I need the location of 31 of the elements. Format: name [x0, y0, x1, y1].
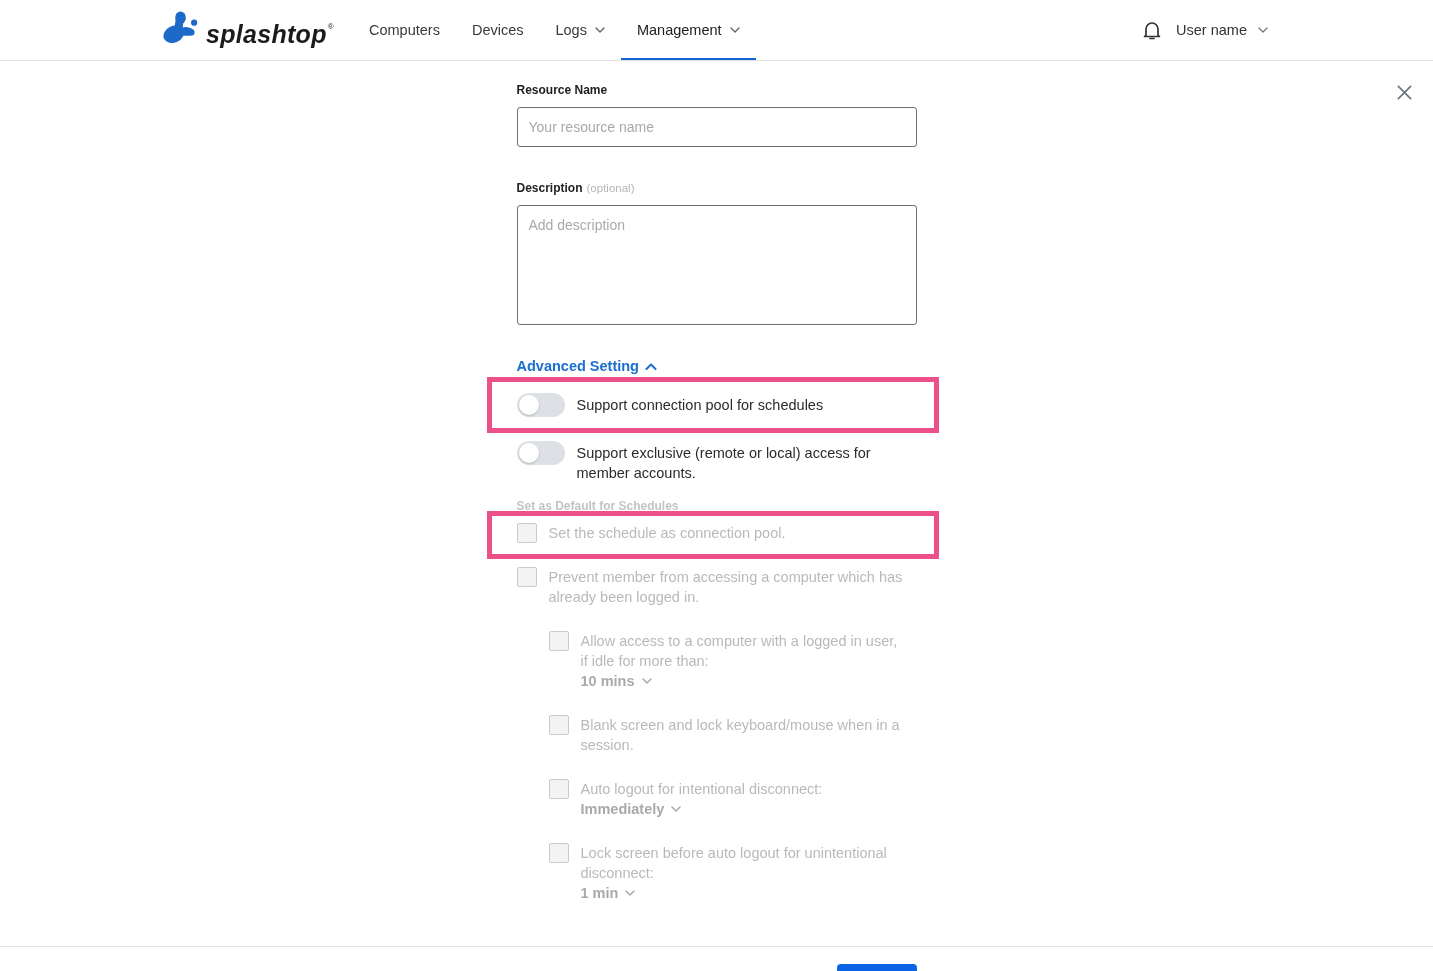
description-field[interactable]: Add description: [516, 205, 917, 325]
option-label: Set the schedule as connection pool.: [548, 524, 786, 543]
nav-tab[interactable]: Logs: [539, 1, 621, 60]
chevron-down-icon: [625, 890, 636, 896]
user-menu[interactable]: User name: [1176, 22, 1268, 38]
advanced-setting-toggle[interactable]: Advanced Setting: [516, 356, 657, 376]
field-label: Description: [516, 180, 583, 196]
nav-tab[interactable]: Devices: [455, 1, 540, 60]
close-icon[interactable]: [1397, 85, 1412, 100]
toggle-switch[interactable]: [516, 393, 565, 417]
action-button[interactable]: [836, 964, 917, 971]
chevron-down-icon: [641, 678, 652, 684]
section-title: Set as Default for Schedules: [516, 498, 680, 514]
toggle-switch[interactable]: [516, 441, 565, 465]
toggle-label: Support connection pool for schedules: [576, 396, 824, 415]
nav-tab[interactable]: Management: [620, 1, 756, 60]
option-label: Allow access to a computer with a logged in user, if idle for more than:: [580, 632, 899, 671]
chevron-down-icon: [1258, 27, 1268, 33]
option-label: Prevent member from accessing a computer which has already been logged in.: [548, 568, 904, 607]
bell-icon[interactable]: [1142, 19, 1163, 41]
option-label: Auto logout for intentional disconnect:: [580, 780, 823, 799]
option-label: Blank screen and lock keyboard/mouse when in a session.: [580, 716, 901, 755]
chevron-down-icon: [671, 806, 682, 812]
toggle-label: Support exclusive (remote or local) access for member accounts.: [576, 444, 872, 483]
resource-name-field[interactable]: Your resource name: [516, 107, 917, 147]
option-label: Lock screen before auto logout for unintentional disconnect:: [580, 844, 888, 883]
chevron-up-icon: [644, 362, 657, 370]
optional-hint: (optional): [586, 181, 635, 196]
logo-text: splashtop$^{®}$: [206, 18, 334, 49]
nav-tab[interactable]: Computers: [353, 1, 456, 60]
field-label: Resource Name: [516, 82, 609, 98]
